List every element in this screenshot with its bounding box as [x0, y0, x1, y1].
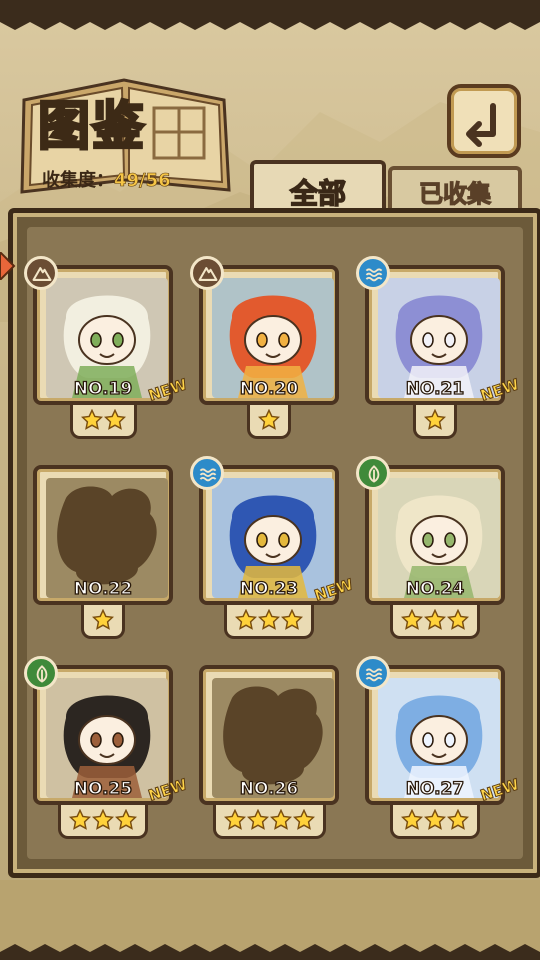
back-button[interactable]: [447, 84, 521, 158]
star-icon: [269, 809, 292, 830]
star-rating: [199, 605, 339, 639]
card-frame: NO.26: [199, 665, 339, 805]
star-icon: [424, 409, 446, 430]
star-plate: [390, 605, 480, 639]
star-icon: [92, 609, 114, 630]
card-frame: NO.22: [33, 465, 173, 605]
character-card[interactable]: NO.24: [356, 456, 505, 639]
card-grid: NO.19 NEW NO.20 NO.21 NEW NO.22 NO.23 NEW NO.24 N…: [24, 227, 523, 859]
return-arrow-icon: [466, 103, 496, 147]
star-rating: [199, 805, 339, 839]
star-rating: [365, 605, 505, 639]
card-frame: NO.27: [365, 665, 505, 805]
star-icon: [447, 809, 469, 830]
star-plate: [247, 405, 291, 439]
star-icon: [80, 409, 103, 430]
mountain-element-icon: [24, 256, 58, 290]
card-frame: NO.24: [365, 465, 505, 605]
character-card[interactable]: NO.22: [33, 465, 173, 639]
water-element-icon: [356, 656, 390, 690]
star-icon: [281, 609, 303, 630]
tab-collected[interactable]: 已收集: [388, 166, 522, 212]
star-icon: [115, 809, 137, 830]
star-plate: [69, 405, 137, 439]
collection-label: 收集度：: [42, 170, 114, 191]
card-frame: NO.21: [365, 265, 505, 405]
star-plate: [224, 605, 314, 639]
star-icon: [401, 609, 423, 630]
star-icon: [401, 809, 423, 830]
bottom-zigzag-edge: [0, 944, 540, 960]
card-number: NO.24: [405, 578, 465, 599]
star-icon: [258, 409, 280, 430]
star-plate: [390, 805, 480, 839]
water-element-icon: [190, 456, 224, 490]
character-card[interactable]: NO.23 NEW: [190, 456, 355, 639]
card-number: NO.26: [239, 778, 299, 799]
star-icon: [92, 809, 114, 830]
star-icon: [103, 409, 126, 430]
water-element-icon: [356, 256, 390, 290]
collection-panel: NO.19 NEW NO.20 NO.21 NEW NO.22 NO.23 NEW NO.24 N…: [8, 208, 540, 878]
star-plate: [58, 805, 148, 839]
card-frame: NO.25: [33, 665, 173, 805]
star-icon: [447, 609, 469, 630]
star-icon: [292, 809, 315, 830]
character-card[interactable]: NO.27 NEW: [356, 656, 521, 839]
top-zigzag-edge: [0, 16, 540, 30]
character-card[interactable]: NO.26: [199, 665, 339, 839]
tab-collected-label: 已收集: [418, 179, 491, 208]
star-icon: [258, 609, 280, 630]
tab-all-label: 全部: [289, 176, 347, 211]
card-number: NO.20: [239, 378, 299, 399]
character-card[interactable]: NO.25 NEW: [24, 656, 189, 839]
character-card[interactable]: NO.19 NEW: [24, 256, 189, 439]
scroll-left-arrow-icon[interactable]: [0, 252, 16, 280]
star-icon: [235, 609, 257, 630]
star-rating: [365, 405, 505, 439]
card-frame: NO.19: [33, 265, 173, 405]
star-rating: [365, 805, 505, 839]
star-icon: [424, 609, 446, 630]
character-card[interactable]: NO.21 NEW: [356, 256, 521, 439]
grass-element-icon: [356, 456, 390, 490]
star-plate: [212, 805, 326, 839]
mountain-element-icon: [190, 256, 224, 290]
star-icon: [246, 809, 269, 830]
star-rating: [33, 405, 173, 439]
grass-element-icon: [24, 656, 58, 690]
collection-progress: 收集度：49/56: [42, 166, 171, 192]
star-icon: [223, 809, 246, 830]
card-frame: NO.23: [199, 465, 339, 605]
collection-value: 49/56: [114, 170, 171, 192]
star-rating: [199, 405, 339, 439]
card-frame: NO.20: [199, 265, 339, 405]
star-rating: [33, 605, 173, 639]
star-rating: [33, 805, 173, 839]
star-plate: [413, 405, 457, 439]
character-card[interactable]: NO.20: [190, 256, 339, 439]
star-plate: [81, 605, 125, 639]
star-icon: [69, 809, 91, 830]
card-number: NO.22: [73, 578, 133, 599]
page-title: 图鉴: [36, 96, 147, 159]
star-icon: [424, 809, 446, 830]
